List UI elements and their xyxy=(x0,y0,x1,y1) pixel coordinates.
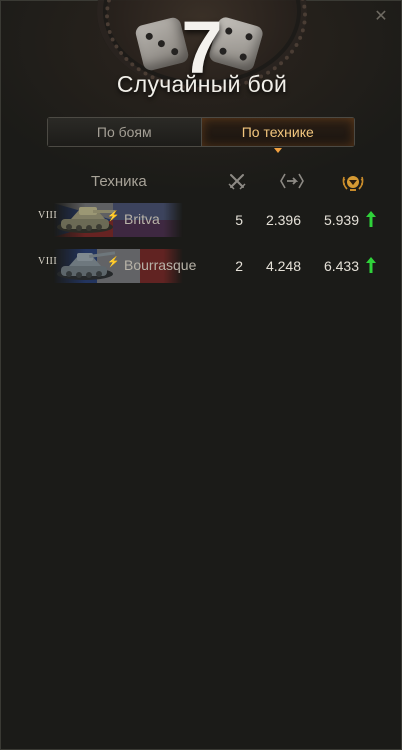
damage-icon[interactable] xyxy=(279,171,305,191)
tab-bar: По боям По технике xyxy=(47,117,355,153)
vehicle-list: VIII ⚡ Britva 5 2.396 5.939 VIII ⚡ Bourr… xyxy=(1,201,402,293)
active-tab-indicator xyxy=(273,148,282,153)
table-header: Техника xyxy=(1,171,402,193)
rating-value: 5.939 xyxy=(323,212,359,228)
rating-medal-icon[interactable] xyxy=(341,171,365,193)
battles-value: 2 xyxy=(235,258,243,274)
column-header-vehicles[interactable]: Техника xyxy=(91,173,147,190)
trend-up-icon xyxy=(366,211,376,227)
trend-up-icon xyxy=(366,257,376,273)
close-icon[interactable]: ✕ xyxy=(373,9,389,25)
page-title: Случайный бой xyxy=(116,71,288,97)
damage-value: 2.396 xyxy=(265,212,301,228)
elite-icon: ⚡ xyxy=(107,211,120,222)
battle-stats-panel: 7 Случайный бой ✕ По боям По технике Тех… xyxy=(0,0,402,750)
tab-label: По боям xyxy=(96,124,152,140)
crossed-swords-icon[interactable] xyxy=(227,171,247,191)
elite-icon: ⚡ xyxy=(107,257,120,268)
tank-name: Britva xyxy=(124,211,160,227)
tab-by-vehicles[interactable]: По технике xyxy=(201,118,354,153)
rating-value: 6.433 xyxy=(323,258,359,274)
tab-label: По технике xyxy=(241,124,314,140)
damage-value: 4.248 xyxy=(265,258,301,274)
tab-by-battles[interactable]: По боям xyxy=(48,118,202,146)
tank-name: Bourrasque xyxy=(124,257,197,273)
table-row[interactable]: VIII ⚡ Bourrasque 2 4.248 6.433 xyxy=(1,247,402,293)
battles-value: 5 xyxy=(235,212,243,228)
table-row[interactable]: VIII ⚡ Britva 5 2.396 5.939 xyxy=(1,201,402,247)
